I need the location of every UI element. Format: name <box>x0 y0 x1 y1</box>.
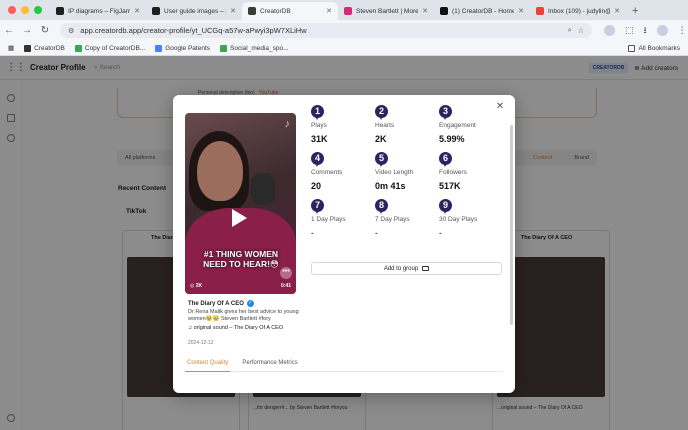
close-tab-icon[interactable]: ✕ <box>134 7 140 15</box>
close-window-button[interactable] <box>8 6 16 14</box>
tab-content-quality[interactable]: Content Quality <box>185 358 231 372</box>
bookmark-1[interactable]: Copy of CreatorDB... <box>74 44 145 52</box>
creatordb-icon <box>248 7 256 15</box>
window-controls <box>0 6 50 20</box>
video-sound: ♫ original sound – The Diary Of A CEO <box>188 325 284 331</box>
all-bookmarks[interactable]: All Bookmarks <box>628 44 680 52</box>
video-views: ◎ 2K <box>190 283 203 289</box>
close-tab-icon[interactable]: ✕ <box>326 7 332 15</box>
close-tab-icon[interactable]: ✕ <box>230 7 236 15</box>
url-text: app.creatordb.app/creator-profile/yt_UCG… <box>80 26 307 35</box>
profile-avatar[interactable] <box>656 25 668 36</box>
zoom-icon[interactable]: ⌕ <box>568 27 572 35</box>
verified-icon: ✓ <box>246 300 254 307</box>
maximize-window-button[interactable] <box>34 6 42 14</box>
metric-plays: 1 Plays 31K <box>311 105 328 144</box>
browser-tab-bar: IP diagrams – FigJam ✕ User guide images… <box>0 0 688 20</box>
modal-tabs: Content Quality Performance Metrics <box>185 358 503 372</box>
play-icon[interactable] <box>232 209 247 227</box>
metric-followers: 6 Followers 517K <box>439 152 467 191</box>
browser-tab-2[interactable]: CreatorDB ✕ <box>242 2 338 20</box>
forward-icon[interactable]: → <box>18 25 36 36</box>
gmail-icon <box>536 7 544 15</box>
minimize-window-button[interactable] <box>21 6 29 14</box>
metric-hearts: 2 Hearts 2K <box>375 105 395 144</box>
video-channel[interactable]: The Diary Of A CEO ✓ <box>188 300 254 307</box>
browser-tab-1[interactable]: User guide images – Figma ✕ <box>146 2 242 20</box>
folder-plus-icon <box>422 266 430 271</box>
annotation-pin-icon: 5 <box>375 152 388 167</box>
sheets-icon <box>220 44 228 52</box>
sheets-icon <box>74 44 82 52</box>
figjam-icon <box>56 7 64 15</box>
bookmark-2[interactable]: Google Patents <box>155 44 210 52</box>
video-description: Dr Rena Malik gives her best advice to y… <box>188 309 299 322</box>
new-tab-icon[interactable]: + <box>626 5 644 20</box>
creatordb-icon <box>24 44 32 52</box>
bookmark-0[interactable]: CreatorDB <box>24 44 65 52</box>
url-field[interactable]: ⚙ app.creatordb.app/creator-profile/yt_U… <box>60 23 592 38</box>
video-duration: 0:41 <box>280 283 291 289</box>
bookmark-star-icon[interactable]: ☆ <box>578 27 584 35</box>
modal-scrollbar[interactable] <box>510 125 513 325</box>
extensions-icon[interactable]: ⬚ <box>625 25 634 36</box>
bookmarks-bar: ▦ CreatorDB Copy of CreatorDB... Google … <box>0 41 688 56</box>
microphone-graphic <box>251 173 275 205</box>
back-icon[interactable]: ← <box>0 25 18 36</box>
add-to-group-button[interactable]: Add to group <box>311 262 502 275</box>
toolbar-actions: ⬚ ⭳ ⋮ <box>604 23 687 39</box>
browser-tab-4[interactable]: (1) CreatorDB - Home ✕ <box>434 2 530 20</box>
metric-7-day-plays: 8 7 Day Plays - <box>375 199 410 238</box>
browser-tab-0[interactable]: IP diagrams – FigJam ✕ <box>50 2 146 20</box>
more-icon[interactable]: ••• <box>280 267 292 279</box>
annotation-pin-icon: 4 <box>311 152 324 167</box>
download-icon[interactable]: ⭳ <box>644 23 647 39</box>
metric-video-length: 5 Video Length 0m 41s <box>375 152 414 191</box>
x-icon <box>440 7 448 15</box>
reload-icon[interactable]: ↻ <box>36 25 54 36</box>
extension-avatar-icon[interactable] <box>604 25 615 36</box>
annotation-pin-icon: 9 <box>439 199 452 214</box>
folder-icon <box>628 44 636 52</box>
apps-grid-icon[interactable]: ▦ <box>8 44 14 52</box>
annotation-pin-icon: 6 <box>439 152 452 167</box>
close-tab-icon[interactable]: ✕ <box>422 7 428 15</box>
annotation-pin-icon: 8 <box>375 199 388 214</box>
annotation-pin-icon: 1 <box>311 105 324 120</box>
bookmark-3[interactable]: Social_media_spo... <box>220 44 289 52</box>
metric-comments: 4 Comments 20 <box>311 152 343 191</box>
metric-engagement: 3 Engagement 5.99% <box>439 105 476 144</box>
instagram-icon <box>344 7 352 15</box>
video-detail-modal: ✕ ♪ #1 THING WOMEN NEED TO HEAR!😳 ••• ◎ … <box>173 95 515 393</box>
video-overlay-text: #1 THING WOMEN NEED TO HEAR!😳 <box>203 249 279 269</box>
address-toolbar: ← → ↻ ⚙ app.creatordb.app/creator-profil… <box>0 20 688 41</box>
metric-1-day-plays: 7 1 Day Plays - <box>311 199 346 238</box>
close-tab-icon[interactable]: ✕ <box>614 7 620 15</box>
annotation-pin-icon: 7 <box>311 199 324 214</box>
browser-tab-5[interactable]: Inbox (109) - judylin@cre... ✕ <box>530 2 626 20</box>
video-preview[interactable]: ♪ #1 THING WOMEN NEED TO HEAR!😳 ••• ◎ 2K… <box>185 113 296 294</box>
site-info-icon[interactable]: ⚙ <box>68 27 74 35</box>
video-date: 2024-12-12 <box>188 340 214 346</box>
tiktok-icon: ♪ <box>284 118 291 130</box>
close-tab-icon[interactable]: ✕ <box>518 7 524 15</box>
metric-30-day-plays: 9 30 Day Plays - <box>439 199 478 238</box>
browser-tab-3[interactable]: Steven Bartlett | More th... ✕ <box>338 2 434 20</box>
annotation-pin-icon: 3 <box>439 105 452 120</box>
annotation-pin-icon: 2 <box>375 105 388 120</box>
tab-performance-metrics[interactable]: Performance Metrics <box>240 358 299 372</box>
figma-icon <box>152 7 160 15</box>
google-icon <box>155 44 163 52</box>
menu-icon[interactable]: ⋮ <box>678 25 687 36</box>
